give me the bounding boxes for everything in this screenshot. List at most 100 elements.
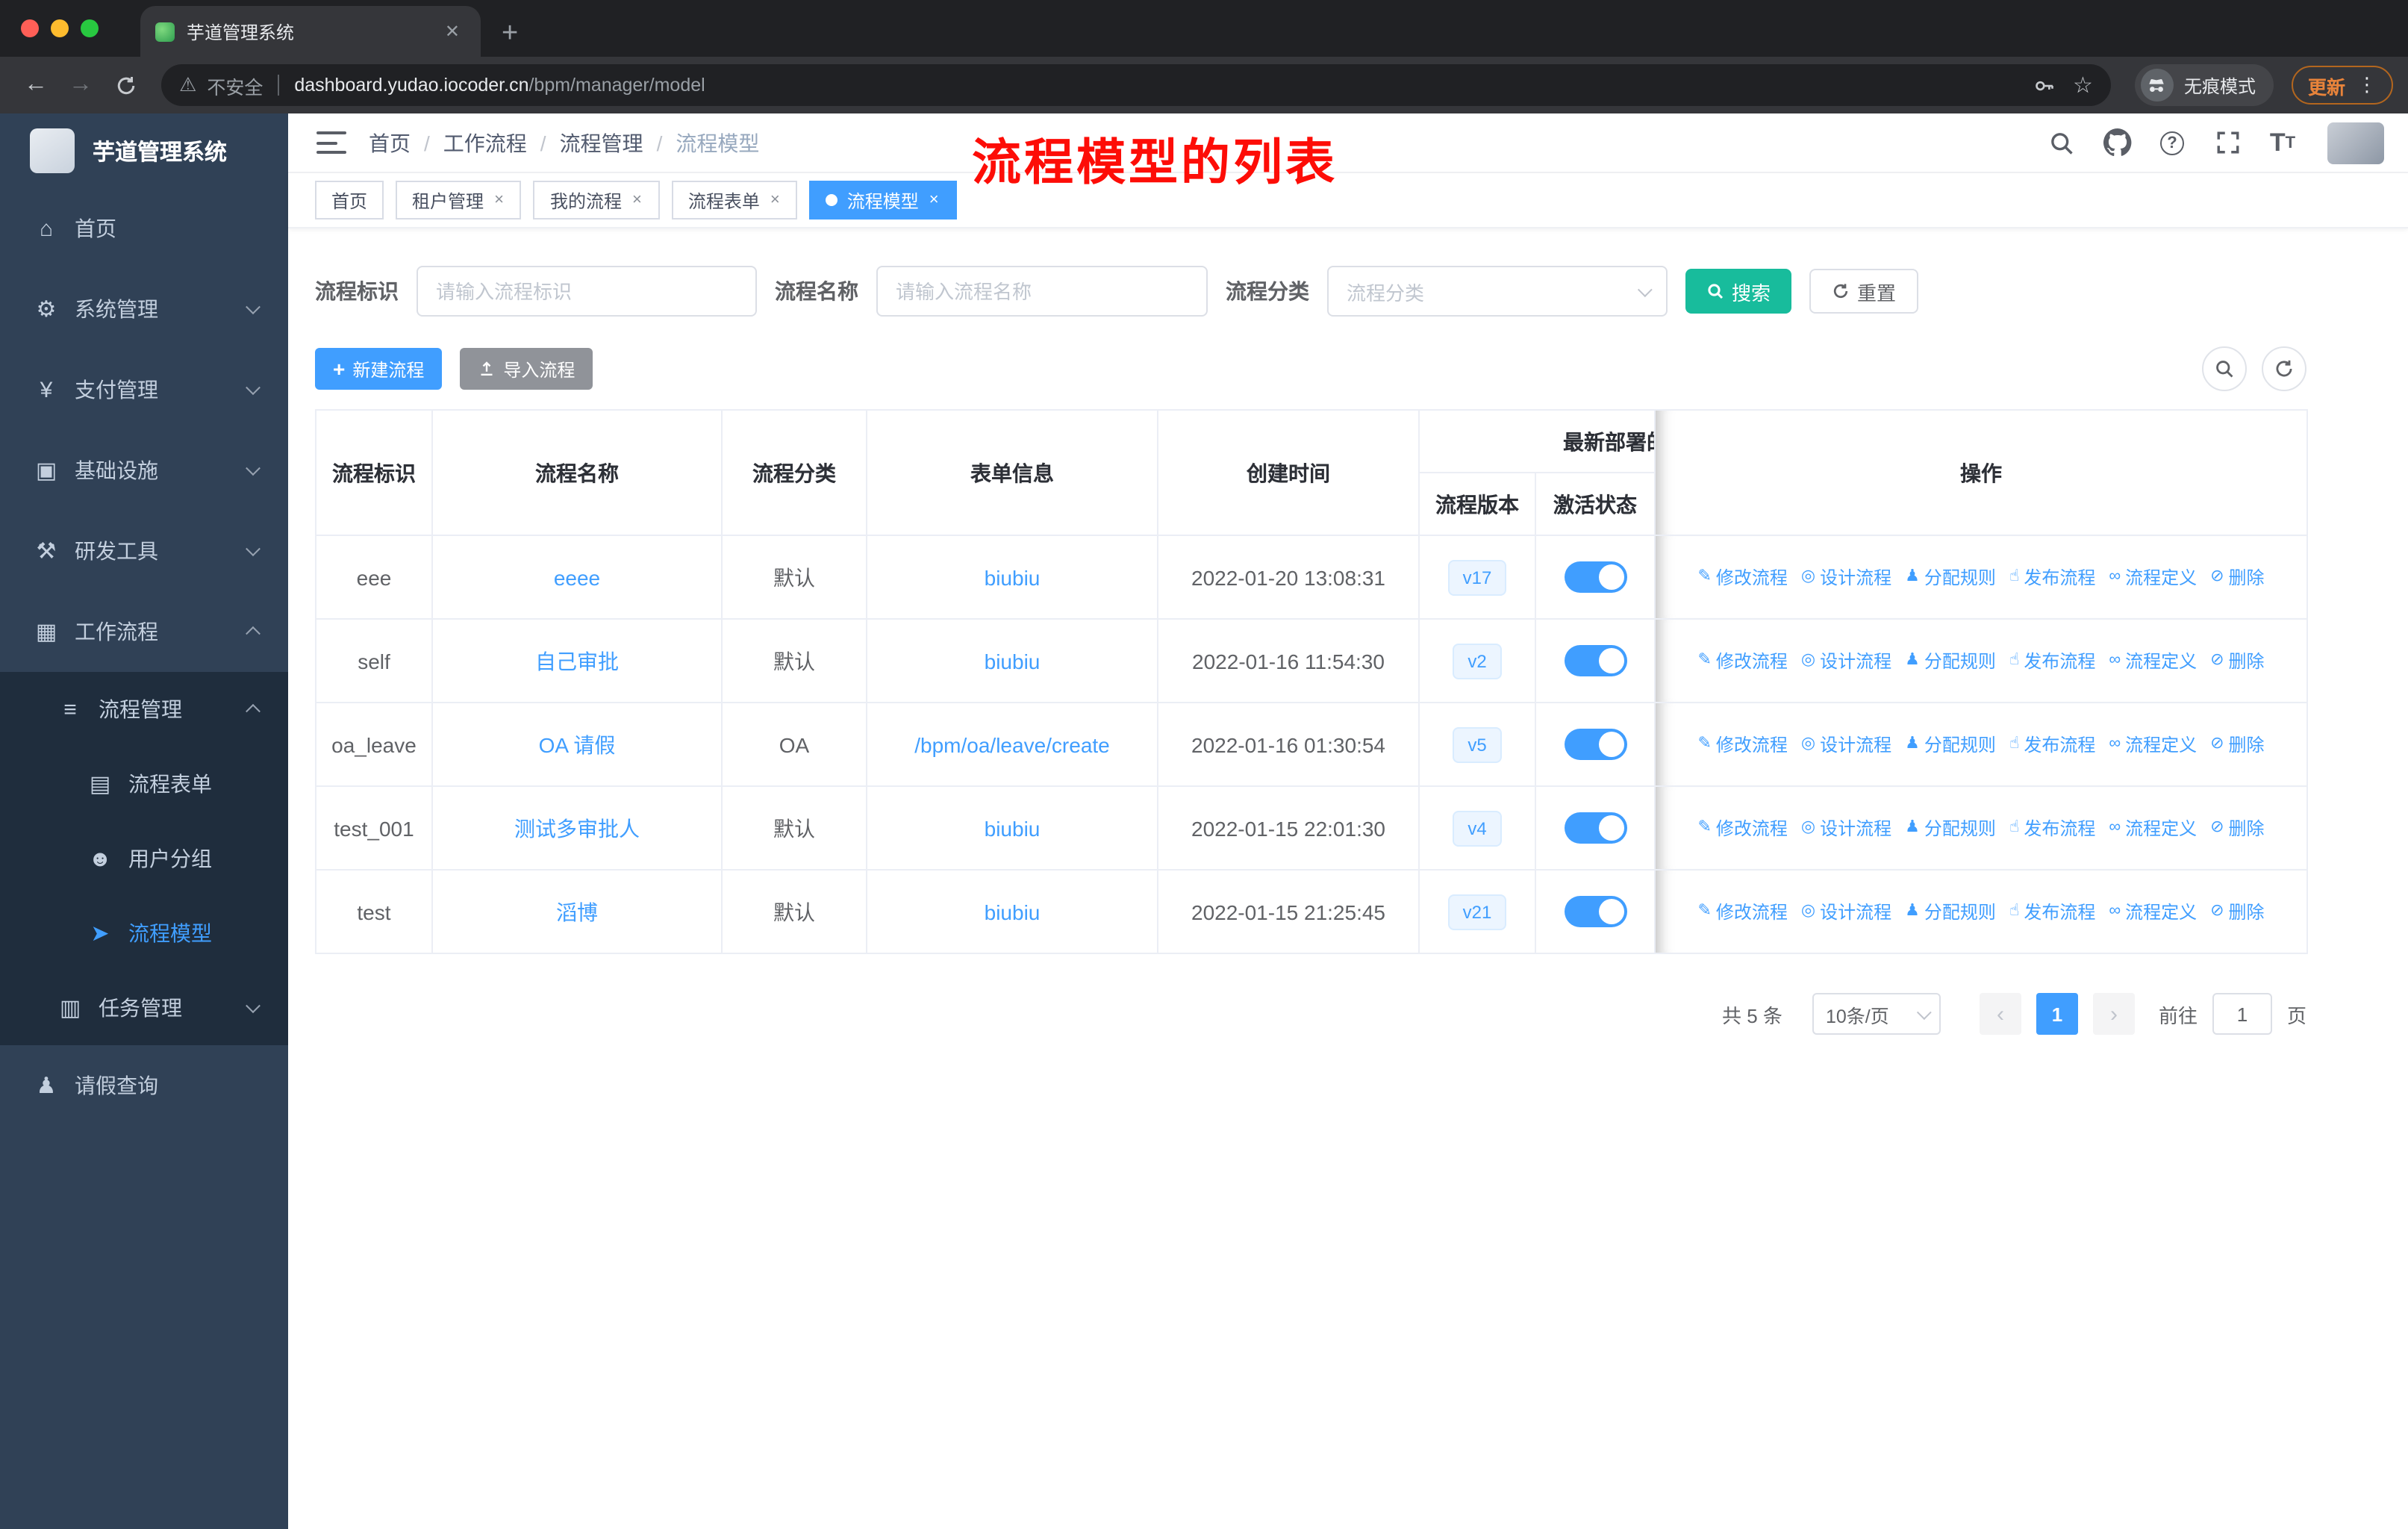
assign-rule-action[interactable]: ♟ 分配规则: [1905, 648, 1996, 673]
edit-process-action[interactable]: ✎ 修改流程: [1697, 648, 1787, 673]
edit-process-action[interactable]: ✎ 修改流程: [1697, 899, 1787, 924]
create-process-button[interactable]: + 新建流程: [315, 348, 443, 390]
browser-update-button[interactable]: 更新 ⋮: [2291, 66, 2393, 105]
process-definition-action[interactable]: ∞ 流程定义: [2109, 564, 2197, 590]
process-name-link[interactable]: 测试多审批人: [514, 816, 640, 840]
tag-tenant-management[interactable]: 租户管理 ×: [396, 181, 522, 219]
process-definition-action[interactable]: ∞ 流程定义: [2109, 899, 2197, 924]
page-size-select[interactable]: 10条/页: [1812, 993, 1941, 1035]
sidebar-item-workflow[interactable]: ▦ 工作流程: [0, 591, 288, 672]
process-name-link[interactable]: eeee: [554, 565, 600, 589]
design-process-action[interactable]: ◎ 设计流程: [1801, 732, 1891, 757]
window-minimize-button[interactable]: [51, 19, 69, 37]
tag-home[interactable]: 首页: [315, 181, 384, 219]
form-info-link[interactable]: biubiu: [985, 649, 1041, 673]
browser-menu-icon[interactable]: ⋮: [2357, 73, 2377, 97]
prev-page-button[interactable]: ‹: [1979, 993, 2021, 1035]
import-process-button[interactable]: 导入流程: [460, 348, 593, 390]
breadcrumb-item[interactable]: 首页: [369, 128, 411, 158]
active-status-toggle[interactable]: [1564, 812, 1626, 844]
sidebar-item-task-management[interactable]: ▥ 任务管理: [0, 971, 288, 1045]
user-avatar[interactable]: [2327, 122, 2384, 164]
sidebar-collapse-icon[interactable]: [316, 131, 346, 154]
window-zoom-button[interactable]: [81, 19, 99, 37]
incognito-badge[interactable]: 无痕模式: [2134, 64, 2274, 106]
edit-process-action[interactable]: ✎ 修改流程: [1697, 815, 1787, 841]
delete-action[interactable]: ⊘ 删除: [2210, 899, 2264, 924]
delete-action[interactable]: ⊘ 删除: [2210, 648, 2264, 673]
password-key-icon[interactable]: [2033, 74, 2055, 96]
design-process-action[interactable]: ◎ 设计流程: [1801, 815, 1891, 841]
process-definition-action[interactable]: ∞ 流程定义: [2109, 648, 2197, 673]
tag-process-form[interactable]: 流程表单 ×: [671, 181, 798, 219]
reload-button[interactable]: [105, 64, 146, 106]
assign-rule-action[interactable]: ♟ 分配规则: [1905, 732, 1996, 757]
design-process-action[interactable]: ◎ 设计流程: [1801, 899, 1891, 924]
delete-action[interactable]: ⊘ 删除: [2210, 815, 2264, 841]
publish-process-action[interactable]: ☝ 发布流程: [2009, 732, 2095, 757]
help-icon[interactable]: ?: [2156, 126, 2189, 159]
active-status-toggle[interactable]: [1564, 561, 1626, 593]
next-page-button[interactable]: ›: [2092, 993, 2135, 1035]
assign-rule-action[interactable]: ♟ 分配规则: [1905, 815, 1996, 841]
tag-process-model[interactable]: 流程模型 ×: [809, 181, 957, 219]
bookmark-star-icon[interactable]: ☆: [2073, 72, 2093, 99]
sidebar-item-user-group[interactable]: ☻ 用户分组: [0, 821, 288, 896]
close-icon[interactable]: ×: [493, 191, 505, 209]
active-status-toggle[interactable]: [1564, 896, 1626, 927]
form-info-link[interactable]: /bpm/oa/leave/create: [914, 732, 1110, 756]
process-name-link[interactable]: 自己审批: [535, 649, 619, 673]
search-icon[interactable]: [2045, 126, 2078, 159]
assign-rule-action[interactable]: ♟ 分配规则: [1905, 899, 1996, 924]
search-button[interactable]: 搜索: [1685, 269, 1792, 314]
url-bar[interactable]: ⚠ 不安全 dashboard.yudao.iocoder.cn/bpm/man…: [161, 64, 2111, 106]
edit-process-action[interactable]: ✎ 修改流程: [1697, 564, 1787, 590]
active-status-toggle[interactable]: [1564, 729, 1626, 760]
security-label[interactable]: 不安全: [207, 71, 263, 99]
sidebar-item-process-model[interactable]: ➤ 流程模型: [0, 896, 288, 971]
page-1-button[interactable]: 1: [2036, 993, 2078, 1035]
sidebar-item-payment[interactable]: ¥ 支付管理: [0, 349, 288, 430]
publish-process-action[interactable]: ☝ 发布流程: [2009, 564, 2095, 590]
refresh-table-button[interactable]: [2262, 346, 2306, 391]
new-tab-button[interactable]: +: [502, 19, 518, 48]
sidebar-item-leave-query[interactable]: ♟ 请假查询: [0, 1045, 288, 1126]
breadcrumb-item[interactable]: 工作流程: [443, 128, 527, 158]
process-name-link[interactable]: 滔博: [556, 900, 598, 924]
tag-my-process[interactable]: 我的流程 ×: [533, 181, 660, 219]
assign-rule-action[interactable]: ♟ 分配规则: [1905, 564, 1996, 590]
close-icon[interactable]: ×: [631, 191, 643, 209]
sidebar-item-infrastructure[interactable]: ▣ 基础设施: [0, 430, 288, 511]
back-button[interactable]: ←: [15, 64, 57, 106]
form-info-link[interactable]: biubiu: [985, 816, 1041, 840]
tab-close-icon[interactable]: ✕: [439, 18, 466, 45]
process-name-link[interactable]: OA 请假: [539, 732, 616, 756]
form-info-link[interactable]: biubiu: [985, 565, 1041, 589]
process-category-select[interactable]: 流程分类: [1327, 266, 1668, 317]
window-close-button[interactable]: [21, 19, 39, 37]
active-status-toggle[interactable]: [1564, 645, 1626, 676]
process-id-input[interactable]: [417, 266, 757, 317]
sidebar-item-home[interactable]: ⌂ 首页: [0, 188, 288, 269]
forward-button[interactable]: →: [60, 64, 102, 106]
breadcrumb-item[interactable]: 流程管理: [560, 128, 643, 158]
delete-action[interactable]: ⊘ 删除: [2210, 732, 2264, 757]
process-definition-action[interactable]: ∞ 流程定义: [2109, 815, 2197, 841]
form-info-link[interactable]: biubiu: [985, 900, 1041, 924]
publish-process-action[interactable]: ☝ 发布流程: [2009, 899, 2095, 924]
sidebar-item-process-management[interactable]: ≡ 流程管理: [0, 672, 288, 747]
github-icon[interactable]: [2100, 126, 2133, 159]
edit-process-action[interactable]: ✎ 修改流程: [1697, 732, 1787, 757]
sidebar-item-process-form[interactable]: ▤ 流程表单: [0, 747, 288, 821]
sidebar-item-system[interactable]: ⚙ 系统管理: [0, 269, 288, 349]
fullscreen-icon[interactable]: [2211, 126, 2244, 159]
process-name-input[interactable]: [876, 266, 1208, 317]
sidebar-item-devtools[interactable]: ⚒ 研发工具: [0, 511, 288, 591]
close-icon[interactable]: ×: [928, 191, 941, 209]
browser-tab[interactable]: 芋道管理系统 ✕: [140, 6, 481, 57]
process-definition-action[interactable]: ∞ 流程定义: [2109, 732, 2197, 757]
publish-process-action[interactable]: ☝ 发布流程: [2009, 815, 2095, 841]
goto-page-input[interactable]: [2212, 993, 2272, 1035]
design-process-action[interactable]: ◎ 设计流程: [1801, 564, 1891, 590]
font-size-icon[interactable]: TT: [2266, 126, 2299, 159]
